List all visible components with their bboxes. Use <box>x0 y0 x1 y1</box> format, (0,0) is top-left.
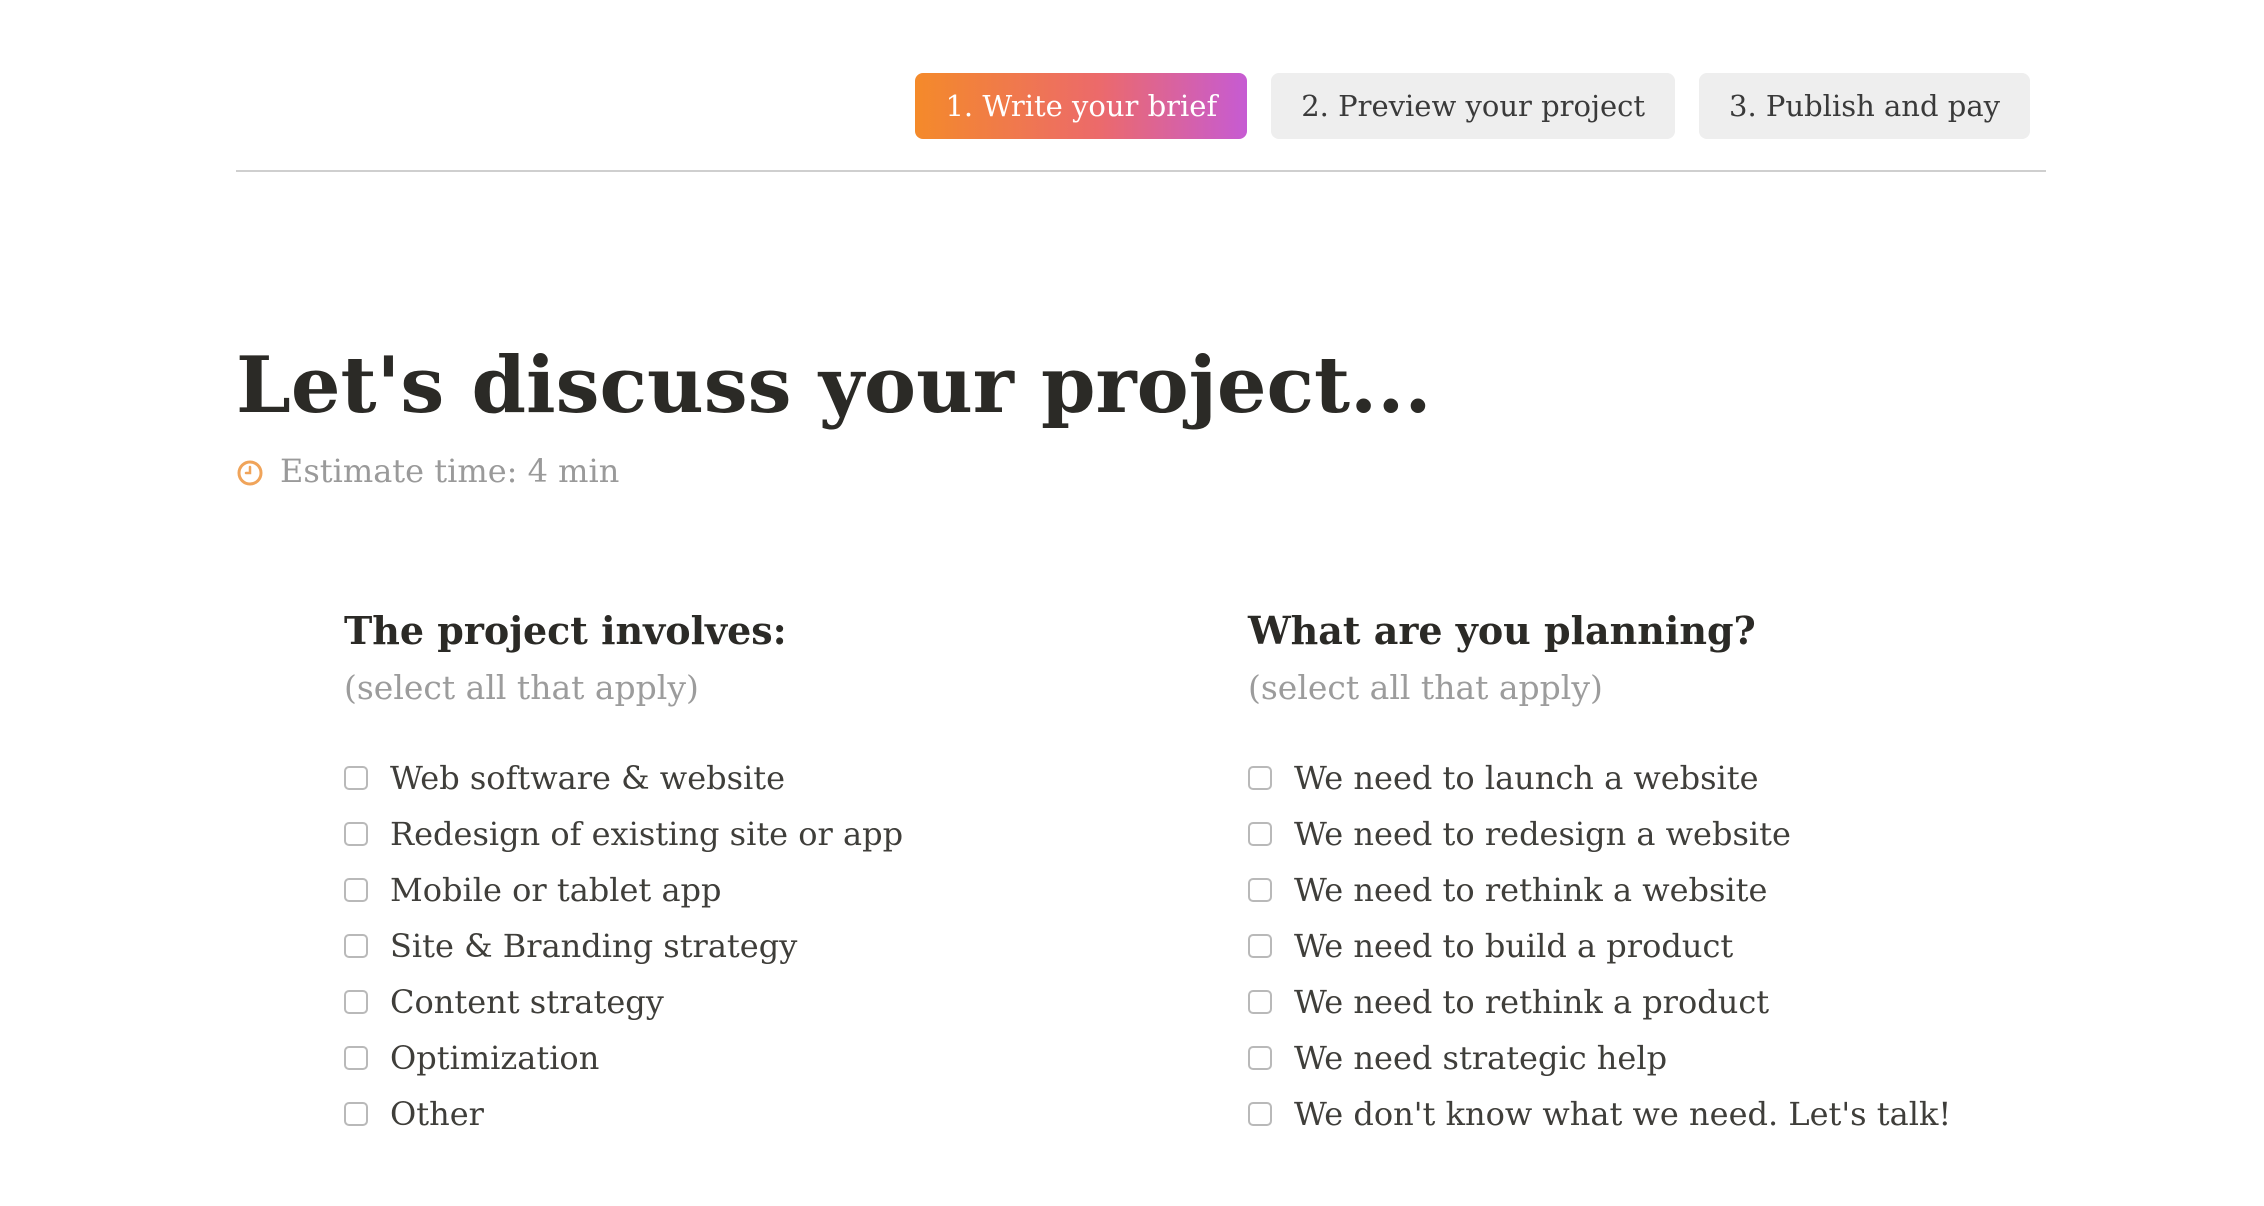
project-involves-hint: (select all that apply) <box>344 668 699 707</box>
planning-hint: (select all that apply) <box>1248 668 1603 707</box>
step-publish-pay[interactable]: 3. Publish and pay <box>1699 73 2030 139</box>
planning-option[interactable]: We need to rethink a website <box>1248 862 1948 918</box>
planning-checkbox[interactable] <box>1248 934 1272 958</box>
project-involves-option-label: Site & Branding strategy <box>390 927 798 965</box>
project-involves-options: Web software & website Redesign of existi… <box>344 750 1044 1142</box>
planning-heading: What are you planning? <box>1248 608 1756 653</box>
planning-option-label: We need to rethink a website <box>1294 871 1768 909</box>
project-involves-section: The project involves: (select all that a… <box>344 606 1044 1142</box>
project-involves-option-label: Optimization <box>390 1039 600 1077</box>
project-involves-heading: The project involves: <box>344 608 787 653</box>
project-involves-option-label: Mobile or tablet app <box>390 871 722 909</box>
planning-checkbox[interactable] <box>1248 1102 1272 1126</box>
planning-checkbox[interactable] <box>1248 878 1272 902</box>
planning-option-label: We need to redesign a website <box>1294 815 1791 853</box>
project-involves-option[interactable]: Redesign of existing site or app <box>344 806 1044 862</box>
planning-option[interactable]: We need to build a product <box>1248 918 1948 974</box>
planning-option-label: We don't know what we need. Let's talk! <box>1294 1095 1952 1133</box>
page-title: Let's discuss your project... <box>236 340 1432 431</box>
planning-option-label: We need to rethink a product <box>1294 983 1770 1021</box>
project-involves-checkbox[interactable] <box>344 990 368 1014</box>
planning-checkbox[interactable] <box>1248 766 1272 790</box>
project-involves-checkbox[interactable] <box>344 1046 368 1070</box>
planning-option[interactable]: We need to redesign a website <box>1248 806 1948 862</box>
project-involves-option[interactable]: Optimization <box>344 1030 1044 1086</box>
project-involves-option[interactable]: Site & Branding strategy <box>344 918 1044 974</box>
planning-checkbox[interactable] <box>1248 1046 1272 1070</box>
planning-checkbox[interactable] <box>1248 822 1272 846</box>
planning-option[interactable]: We need to rethink a product <box>1248 974 1948 1030</box>
step-preview-project[interactable]: 2. Preview your project <box>1271 73 1676 139</box>
project-involves-option[interactable]: Mobile or tablet app <box>344 862 1044 918</box>
project-involves-checkbox[interactable] <box>344 1102 368 1126</box>
planning-option[interactable]: We need to launch a website <box>1248 750 1948 806</box>
estimate-time: Estimate time: 4 min <box>236 452 619 490</box>
project-involves-option-label: Content strategy <box>390 983 664 1021</box>
project-involves-checkbox[interactable] <box>344 934 368 958</box>
estimate-label: Estimate time: 4 min <box>280 452 620 490</box>
planning-option-label: We need to launch a website <box>1294 759 1759 797</box>
project-involves-checkbox[interactable] <box>344 878 368 902</box>
planning-option[interactable]: We don't know what we need. Let's talk! <box>1248 1086 1952 1142</box>
project-involves-option-label: Redesign of existing site or app <box>390 815 904 853</box>
project-involves-checkbox[interactable] <box>344 822 368 846</box>
step-navigation: 1. Write your brief 2. Preview your proj… <box>915 73 2030 139</box>
planning-option-label: We need strategic help <box>1294 1039 1668 1077</box>
project-involves-option-label: Other <box>390 1095 484 1133</box>
planning-options: We need to launch a website We need to re… <box>1248 750 1952 1142</box>
project-involves-option[interactable]: Web software & website <box>344 750 1044 806</box>
project-involves-option-label: Web software & website <box>390 759 786 797</box>
project-involves-checkbox[interactable] <box>344 766 368 790</box>
planning-checkbox[interactable] <box>1248 990 1272 1014</box>
planning-option[interactable]: We need strategic help <box>1248 1030 1948 1086</box>
header-divider <box>236 170 2046 172</box>
project-involves-option[interactable]: Content strategy <box>344 974 1044 1030</box>
clock-icon <box>236 457 264 486</box>
planning-option-label: We need to build a product <box>1294 927 1734 965</box>
step-write-brief[interactable]: 1. Write your brief <box>915 73 1248 139</box>
planning-section: What are you planning? (select all that … <box>1248 606 1952 1142</box>
project-involves-option[interactable]: Other <box>344 1086 1044 1142</box>
